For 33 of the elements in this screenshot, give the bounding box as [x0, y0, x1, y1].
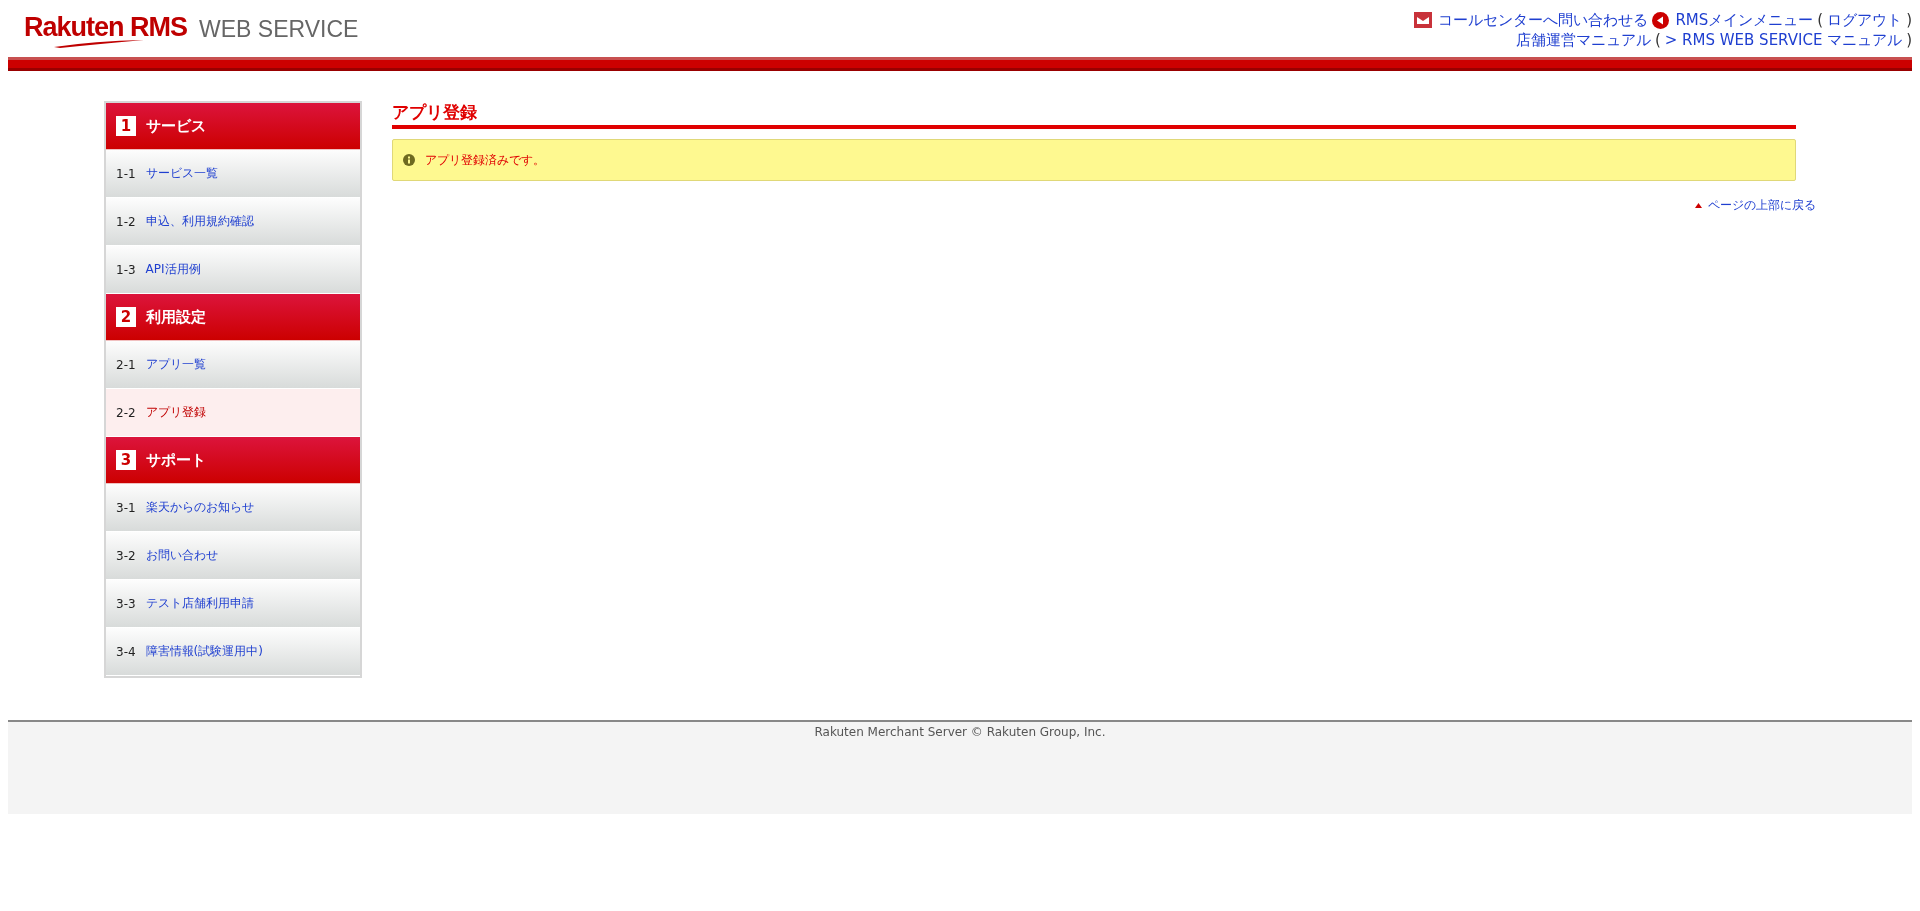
parenthesis: ( [1654, 30, 1661, 50]
sidebar-item[interactable]: 3-2 お問い合わせ [106, 532, 360, 580]
back-to-top-link[interactable]: ページの上部に戻る [1695, 197, 1816, 214]
sidebar-item[interactable]: 3-3 テスト店舗利用申請 [106, 580, 360, 628]
parenthesis: ) [1906, 10, 1912, 30]
alert-message: アプリ登録済みです。 [425, 151, 545, 169]
up-triangle-icon [1695, 203, 1702, 208]
header-link[interactable]: 店舗運営マニュアル [1515, 30, 1651, 50]
copyright-text: Rakuten Merchant Server © Rakuten Group, Inc. [814, 724, 1106, 741]
sidebar-item[interactable]: 1-1 サービス一覧 [106, 150, 360, 198]
section-number: 3 [116, 450, 136, 470]
parenthesis: ( [1817, 10, 1824, 30]
sidebar-item[interactable]: 2-1 アプリ一覧 [106, 341, 360, 389]
main-menu-link[interactable]: RMSメインメニュー [1652, 10, 1814, 30]
sidebar-item[interactable]: 3-1 楽天からのお知らせ [106, 484, 360, 532]
brand-logo: Rakuten RMS [24, 12, 188, 50]
sidebar-item[interactable]: 1-2 申込、利用規約確認 [106, 198, 360, 246]
section-number: 2 [116, 307, 136, 327]
sidebar-item[interactable]: 3-4 障害情報(試験運用中) [106, 628, 360, 676]
header-link[interactable]: ログアウト [1827, 10, 1903, 30]
section-title: 利用設定 [146, 307, 206, 327]
header-link[interactable]: > RMS WEB SERVICE マニュアル [1664, 30, 1903, 50]
section-title: サービス [146, 116, 206, 136]
sidebar-item[interactable]: 2-2 アプリ登録 [106, 389, 360, 437]
page-title: アプリ登録 [392, 101, 1796, 129]
mail-icon [1414, 12, 1433, 28]
section-title: サポート [146, 450, 206, 470]
info-icon [403, 154, 415, 166]
call-center-link[interactable]: コールセンターへ問い合わせる [1414, 10, 1649, 30]
product-name: WEB SERVICE [199, 15, 359, 44]
sidebar-item[interactable]: 1-3 API活用例 [106, 246, 360, 294]
parenthesis: ) [1906, 30, 1912, 50]
section-number: 1 [116, 116, 136, 136]
